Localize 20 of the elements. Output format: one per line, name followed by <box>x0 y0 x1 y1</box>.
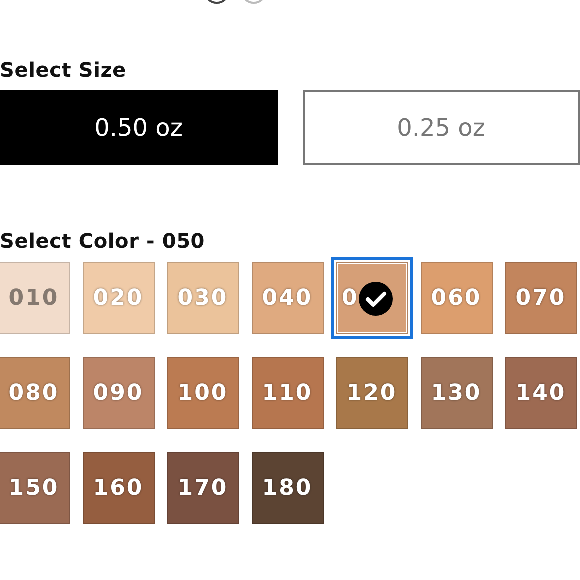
size-option-button[interactable]: 0.50 oz <box>0 90 278 165</box>
color-swatch[interactable]: 010 <box>0 262 70 334</box>
color-swatch[interactable]: 040 <box>252 262 324 334</box>
check-icon <box>359 282 393 316</box>
size-option-button[interactable]: 0.25 oz <box>302 90 580 165</box>
color-swatch[interactable]: 100 <box>167 357 239 429</box>
color-swatch[interactable]: 180 <box>252 452 324 524</box>
color-swatch[interactable]: 060 <box>420 262 492 334</box>
color-swatch[interactable]: 120 <box>336 357 408 429</box>
color-swatch[interactable]: 130 <box>420 357 492 429</box>
color-swatch[interactable]: 140 <box>505 357 577 429</box>
color-swatch[interactable]: 170 <box>167 452 239 524</box>
size-heading: Select Size <box>0 58 128 82</box>
color-swatch[interactable]: 150 <box>0 452 70 524</box>
color-swatch[interactable]: 070 <box>505 262 577 334</box>
color-swatch[interactable]: 080 <box>0 357 70 429</box>
color-swatch[interactable]: 160 <box>82 452 154 524</box>
color-heading: Select Color - 050 <box>0 229 206 253</box>
color-swatch[interactable]: 110 <box>252 357 324 429</box>
color-swatch[interactable]: 090 <box>82 357 154 429</box>
